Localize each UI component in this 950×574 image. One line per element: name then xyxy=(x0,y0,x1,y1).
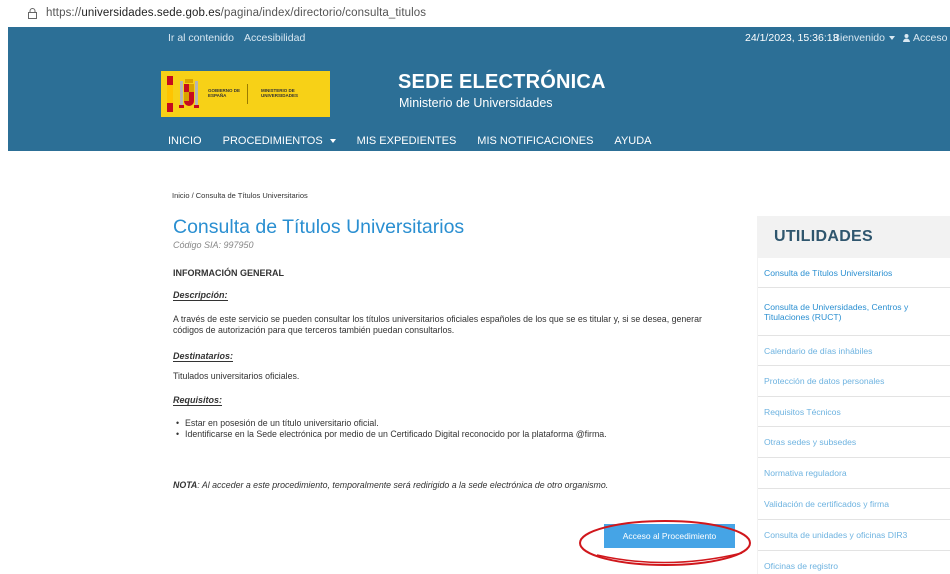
note-text: NOTA: Al acceder a este procedimiento, t… xyxy=(173,480,608,490)
sidebar-item-normativa[interactable]: Normativa reguladora xyxy=(758,458,950,489)
description-label-text: Descripción xyxy=(173,290,225,300)
list-item: Estar en posesión de un título universit… xyxy=(176,418,607,429)
logo-ministerio-text: MINISTERIO DE UNIVERSIDADES xyxy=(261,88,299,98)
url-scheme: https:// xyxy=(46,7,82,19)
url-path: /pagina/index/directorio/consulta_titulo… xyxy=(220,7,427,19)
sidebar-item-validacion[interactable]: Validación de certificados y firma xyxy=(758,489,950,520)
sidebar-list: Consulta de Títulos Universitarios Consu… xyxy=(758,258,950,574)
sidebar-item-otras-sedes[interactable]: Otras sedes y subsedes xyxy=(758,427,950,458)
logo-gobierno-text: GOBIERNO DE ESPAÑA xyxy=(208,88,241,98)
lock-icon xyxy=(28,8,37,19)
accessibility-link[interactable]: Accesibilidad xyxy=(244,32,305,44)
list-item: Identificarse en la Sede electrónica por… xyxy=(176,429,607,440)
url-host: universidades.sede.gob.es xyxy=(81,7,221,19)
description-label: Descripción: xyxy=(173,290,228,301)
browser-address-bar[interactable]: https://universidades.sede.gob.es/pagina… xyxy=(0,0,950,27)
skip-to-content-link[interactable]: Ir al contenido xyxy=(168,32,234,44)
sidebar-item-requisitos-tecnicos[interactable]: Requisitos Técnicos xyxy=(758,397,950,427)
sidebar-item-consulta-titulos[interactable]: Consulta de Títulos Universitarios xyxy=(758,258,950,288)
nav-item-mis-expedientes[interactable]: MIS EXPEDIENTES xyxy=(357,134,457,148)
chevron-down-icon xyxy=(329,139,336,143)
logo-separator xyxy=(247,84,248,104)
requirements-list: Estar en posesión de un título universit… xyxy=(176,418,607,440)
main-nav: INICIO PROCEDIMIENTOS MIS EXPEDIENTES MI… xyxy=(168,134,673,148)
chevron-down-icon xyxy=(888,36,895,41)
sidebar-item-calendario[interactable]: Calendario de días inhábiles xyxy=(758,336,950,366)
spain-flag-icon xyxy=(167,76,173,112)
sidebar-item-proteccion-datos[interactable]: Protección de datos personales xyxy=(758,366,950,397)
page-title: Consulta de Títulos Universitarios xyxy=(173,216,465,238)
description-text: A través de este servicio se pueden cons… xyxy=(173,314,702,335)
sidebar-item-ruct[interactable]: Consulta de Universidades, Centros y Tit… xyxy=(758,288,950,336)
access-procedure-button[interactable]: Acceso al Procedimiento xyxy=(604,524,735,548)
government-logo[interactable]: GOBIERNO DE ESPAÑA MINISTERIO DE UNIVERS… xyxy=(161,71,330,117)
breadcrumb[interactable]: Inicio / Consulta de Títulos Universitar… xyxy=(172,191,308,200)
welcome-label: Bienvenido xyxy=(833,32,885,44)
datetime-display: 24/1/2023, 15:36:13 xyxy=(745,32,839,44)
sia-code: Código SIA: 997950 xyxy=(173,240,254,250)
login-label: Acceso xyxy=(913,32,948,44)
nav-item-procedimientos-label: PROCEDIMIENTOS xyxy=(222,135,323,147)
coat-of-arms-icon xyxy=(179,79,199,108)
site-title: SEDE ELECTRÓNICA xyxy=(398,71,606,93)
requirements-label: Requisitos: xyxy=(173,395,223,406)
recipients-text: Titulados universitarios oficiales. xyxy=(173,371,300,381)
nav-item-inicio[interactable]: INICIO xyxy=(168,134,202,148)
note-body: : Al acceder a este procedimiento, tempo… xyxy=(197,480,609,490)
sidebar-item-oficinas-registro[interactable]: Oficinas de registro xyxy=(758,551,950,574)
welcome-menu[interactable]: Bienvenido xyxy=(833,32,895,44)
section-heading: INFORMACIÓN GENERAL xyxy=(173,268,284,278)
note-label: NOTA xyxy=(173,480,198,490)
recipients-label: Destinatarios: xyxy=(173,351,234,362)
url-text[interactable]: https://universidades.sede.gob.es/pagina… xyxy=(46,7,426,19)
utilities-sidebar: UTILIDADES Consulta de Títulos Universit… xyxy=(757,216,950,574)
nav-item-procedimientos[interactable]: PROCEDIMIENTOS xyxy=(223,134,336,148)
login-link[interactable]: Acceso xyxy=(903,32,947,44)
sidebar-item-dir3[interactable]: Consulta de unidades y oficinas DIR3 xyxy=(758,520,950,551)
user-icon xyxy=(903,34,910,42)
nav-item-mis-notificaciones[interactable]: MIS NOTIFICACIONES xyxy=(477,134,593,148)
nav-item-ayuda[interactable]: AYUDA xyxy=(614,134,651,148)
site-subtitle: Ministerio de Universidades xyxy=(399,96,553,110)
sidebar-title: UTILIDADES xyxy=(774,228,873,245)
